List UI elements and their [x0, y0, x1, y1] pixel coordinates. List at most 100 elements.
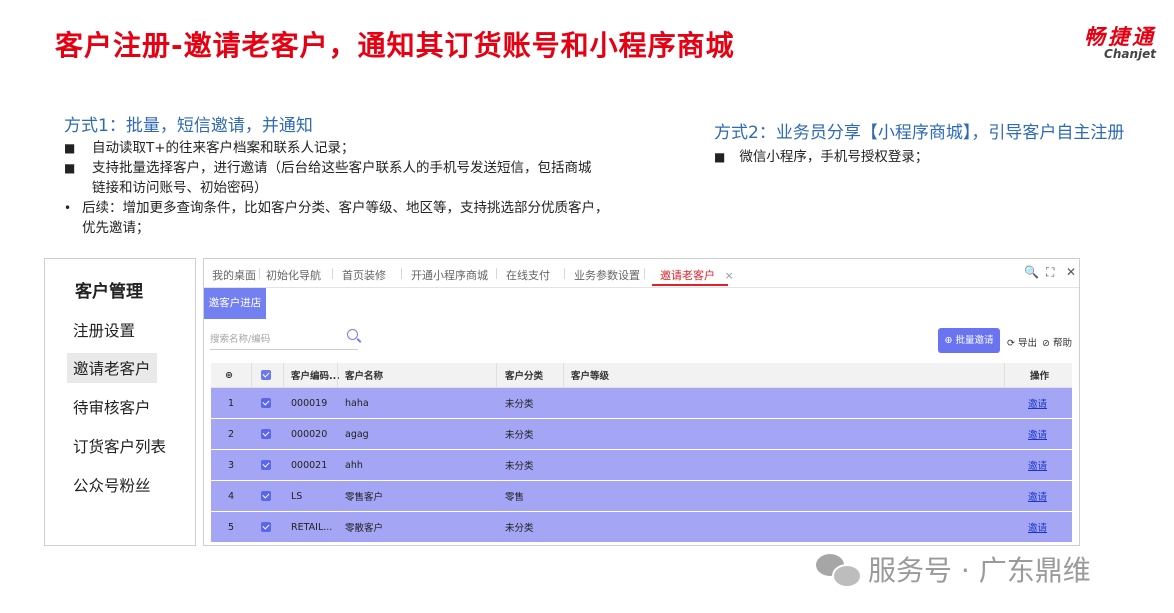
table-row[interactable]: 1 000019 haha 未分类 邀请 [211, 388, 1072, 419]
invite-link[interactable]: 邀请 [1028, 419, 1047, 449]
checkbox-checked-icon [261, 460, 271, 470]
subtab-invite-customers[interactable]: 邀客户进店 [204, 288, 266, 319]
customer-category: 未分类 [505, 523, 534, 534]
search-box [210, 329, 358, 350]
row-number: 4 [228, 490, 235, 502]
method2-list: ■ 微信小程序，手机号授权登录； [714, 145, 928, 165]
tab-bar: 我的桌面 初始化导航 首页装修 开通小程序商城 在线支付 业务参数设置 邀请老客… [204, 259, 1079, 288]
customer-name: haha [345, 397, 369, 409]
logo-chinese: 畅捷通 [1084, 25, 1156, 49]
row-checkbox[interactable] [261, 419, 271, 449]
column-header-level[interactable]: 客户等级 [571, 363, 609, 387]
invite-link[interactable]: 邀请 [1028, 450, 1047, 480]
column-header-code[interactable]: 客户编码... [291, 363, 340, 387]
square-bullet-icon: ■ [714, 150, 726, 164]
close-tab-icon[interactable]: × [725, 269, 734, 282]
list-item: ■ 自动读取T+的往来客户档案和联系人记录； [64, 140, 355, 156]
row-checkbox[interactable] [261, 481, 271, 511]
customer-name: ahh [345, 459, 363, 471]
tab-open-mini-program[interactable]: 开通小程序商城 [411, 267, 488, 283]
tab-invite-old-customers[interactable]: 邀请老客户 × [660, 267, 734, 283]
column-settings-icon[interactable]: ⊛ [225, 363, 233, 387]
invite-link[interactable]: 邀请 [1028, 512, 1047, 542]
sidebar-item-order-customer-list[interactable]: 订货客户列表 [67, 431, 172, 461]
slide-title: 客户注册-邀请老客户，通知其订货账号和小程序商城 [55, 29, 735, 62]
sidebar-item-pending-review[interactable]: 待审核客户 [67, 392, 157, 422]
table-row[interactable]: 5 RETAIL... 零散客户 未分类 邀请 [211, 512, 1072, 543]
row-number: 1 [228, 397, 235, 409]
customer-name: 零散客户 [345, 523, 384, 534]
wechat-icon [816, 552, 862, 588]
tab-home-decoration[interactable]: 首页装修 [342, 267, 386, 283]
tab-divider [496, 268, 497, 279]
square-bullet-icon: ■ [64, 161, 76, 175]
checkbox-checked-icon [261, 522, 271, 532]
square-bullet-icon: ■ [64, 141, 76, 155]
customer-name: agag [345, 428, 369, 440]
table-row[interactable]: 4 LS 零售客户 零售 邀请 [211, 481, 1072, 512]
search-icon[interactable] [347, 329, 358, 340]
customer-category: 未分类 [505, 430, 534, 441]
method1-title: 方式1：批量，短信邀请，并通知 [64, 116, 313, 136]
sidebar-header: 客户管理 [75, 282, 143, 302]
search-icon[interactable]: 🔍 [1024, 265, 1039, 279]
customer-category: 未分类 [505, 399, 534, 410]
tab-divider [564, 268, 565, 279]
customer-code: 000020 [291, 428, 328, 440]
invite-link[interactable]: 邀请 [1028, 388, 1047, 418]
customer-name: 零售客户 [345, 492, 384, 503]
logo-english: Chanjet [1104, 47, 1156, 61]
select-all-checkbox[interactable] [261, 363, 271, 387]
column-header-name[interactable]: 客户名称 [345, 363, 383, 387]
method2-title: 方式2：业务员分享【小程序商城】，引导客户自主注册 [714, 123, 1125, 143]
close-window-icon[interactable]: ✕ [1066, 265, 1076, 279]
column-header-action: 操作 [1030, 371, 1050, 382]
customer-category: 零售 [505, 492, 525, 503]
invite-link[interactable]: 邀请 [1028, 481, 1047, 511]
customer-code: RETAIL... [291, 521, 333, 533]
row-checkbox[interactable] [261, 512, 271, 542]
table-row[interactable]: 2 000020 agag 未分类 邀请 [211, 419, 1072, 450]
tab-divider [644, 268, 645, 279]
help-button[interactable]: ⊘ 帮助 [1042, 335, 1072, 349]
table-row[interactable]: 3 000021 ahh 未分类 邀请 [211, 450, 1072, 481]
customer-code: 000021 [291, 459, 328, 471]
tab-online-payment[interactable]: 在线支付 [506, 267, 550, 283]
watermark: 服务号 · 广东鼎维 [816, 549, 1091, 589]
tab-init-guide[interactable]: 初始化导航 [266, 267, 321, 283]
sidebar-item-register-settings[interactable]: 注册设置 [67, 315, 141, 345]
list-item: • 后续：增加更多查询条件，比如客户分类、客户等级、地区等，支持挑选部分优质客户， [64, 200, 609, 216]
row-number: 5 [228, 521, 235, 533]
watermark-text: 服务号 · 广东鼎维 [868, 554, 1091, 587]
app-window: 我的桌面 初始化导航 首页装修 开通小程序商城 在线支付 业务参数设置 邀请老客… [203, 258, 1080, 546]
checkbox-checked-icon [261, 429, 271, 439]
customer-management-sidebar: 客户管理 注册设置 邀请老客户 待审核客户 订货客户列表 公众号粉丝 [44, 258, 196, 546]
row-checkbox[interactable] [261, 388, 271, 418]
chanjet-logo: 畅捷通 Chanjet [1084, 26, 1156, 60]
fullscreen-icon[interactable]: ⛶ [1046, 265, 1054, 280]
customer-table: ⊛ 客户编码... 客户名称 客户分类 客户等级 操作 1 000019 hah… [211, 363, 1072, 543]
customer-category: 未分类 [505, 461, 534, 472]
method1-list: ■ 自动读取T+的往来客户档案和联系人记录； ■ 支持批量选择客户，进行邀请（后台给… [64, 138, 684, 238]
checkbox-checked-icon [261, 370, 271, 380]
active-tab-indicator [652, 284, 728, 286]
column-header-category[interactable]: 客户分类 [505, 363, 543, 387]
list-item-continued: 优先邀请； [82, 220, 150, 236]
customer-code: LS [291, 490, 303, 502]
tab-my-desktop[interactable]: 我的桌面 [212, 267, 256, 283]
search-input[interactable] [210, 331, 330, 347]
tab-divider [332, 268, 333, 279]
sidebar-item-invite-old-customers[interactable]: 邀请老客户 [67, 353, 157, 383]
tab-divider [259, 268, 260, 279]
sidebar-item-wechat-fans[interactable]: 公众号粉丝 [67, 470, 157, 500]
row-checkbox[interactable] [261, 450, 271, 480]
export-button[interactable]: ⟳ 导出 [1007, 335, 1037, 349]
tab-business-params[interactable]: 业务参数设置 [574, 267, 640, 283]
list-item: ■ 支持批量选择客户，进行邀请（后台给这些客户联系人的手机号发送短信，包括商城 [64, 160, 592, 176]
list-item-continued: 链接和访问账号、初始密码） [92, 180, 268, 196]
tab-divider [401, 268, 402, 279]
batch-invite-button[interactable]: ⊕ 批量邀请 [938, 328, 1000, 353]
dot-bullet-icon: • [64, 201, 72, 215]
row-number: 2 [228, 428, 235, 440]
list-item: 微信小程序，手机号授权登录； [739, 149, 929, 165]
